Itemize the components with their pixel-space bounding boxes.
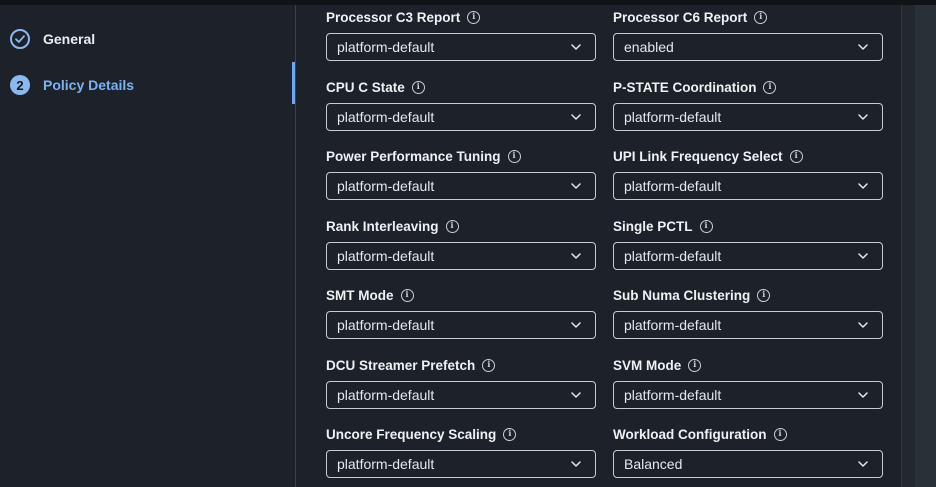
field-svm-mode: SVM Mode i platform-default bbox=[613, 356, 885, 409]
power-performance-tuning-select[interactable]: platform-default bbox=[326, 172, 596, 200]
rank-interleaving-select[interactable]: platform-default bbox=[326, 242, 596, 270]
policy-wizard: General 2 Policy Details Processor C3 Re… bbox=[0, 0, 936, 487]
select-value: platform-default bbox=[337, 456, 435, 472]
info-icon[interactable]: i bbox=[757, 288, 771, 302]
field-label: Single PCTL bbox=[613, 218, 693, 234]
info-icon[interactable]: i bbox=[400, 288, 414, 302]
chevron-down-icon bbox=[858, 42, 868, 52]
policy-details-form: Processor C3 Report i platform-default Pr… bbox=[296, 5, 901, 487]
workload-configuration-select[interactable]: Balanced bbox=[613, 450, 883, 478]
field-label: Workload Configuration bbox=[613, 426, 767, 442]
step-number-badge: 2 bbox=[10, 75, 30, 95]
field-label: Uncore Frequency Scaling bbox=[326, 426, 497, 442]
select-value: platform-default bbox=[337, 39, 435, 55]
info-icon[interactable]: i bbox=[507, 149, 521, 163]
field-rank-interleaving: Rank Interleaving i platform-default bbox=[326, 217, 598, 270]
info-icon[interactable]: i bbox=[467, 10, 481, 24]
svm-mode-select[interactable]: platform-default bbox=[613, 381, 883, 409]
step-policy-details[interactable]: 2 Policy Details bbox=[10, 73, 134, 97]
chevron-down-icon bbox=[571, 320, 581, 330]
active-step-indicator bbox=[292, 62, 295, 104]
info-icon[interactable]: i bbox=[773, 427, 787, 441]
info-icon[interactable]: i bbox=[445, 219, 459, 233]
chevron-down-icon bbox=[858, 112, 868, 122]
select-value: platform-default bbox=[624, 387, 722, 403]
scrollbar-gutter[interactable] bbox=[915, 5, 936, 487]
uncore-frequency-scaling-select[interactable]: platform-default bbox=[326, 450, 596, 478]
field-uncore-frequency-scaling: Uncore Frequency Scaling i platform-defau… bbox=[326, 425, 598, 478]
step-policy-details-label: Policy Details bbox=[43, 77, 135, 93]
info-icon[interactable]: i bbox=[503, 427, 517, 441]
select-value: platform-default bbox=[624, 317, 722, 333]
info-icon[interactable]: i bbox=[763, 80, 777, 94]
chevron-down-icon bbox=[571, 390, 581, 400]
scrollbar-track[interactable] bbox=[901, 5, 916, 487]
field-single-pctl: Single PCTL i platform-default bbox=[613, 217, 885, 270]
field-processor-c3-report: Processor C3 Report i platform-default bbox=[326, 8, 598, 61]
field-smt-mode: SMT Mode i platform-default bbox=[326, 286, 598, 339]
sub-numa-clustering-select[interactable]: platform-default bbox=[613, 311, 883, 339]
info-icon[interactable]: i bbox=[754, 10, 768, 24]
chevron-down-icon bbox=[858, 459, 868, 469]
upi-link-frequency-select[interactable]: platform-default bbox=[613, 172, 883, 200]
p-state-coordination-select[interactable]: platform-default bbox=[613, 103, 883, 131]
chevron-down-icon bbox=[858, 181, 868, 191]
field-p-state-coordination: P-STATE Coordination i platform-default bbox=[613, 78, 885, 131]
field-label: SMT Mode bbox=[326, 287, 394, 303]
field-sub-numa-clustering: Sub Numa Clustering i platform-default bbox=[613, 286, 885, 339]
field-upi-link-frequency-select: UPI Link Frequency Select i platform-defa… bbox=[613, 147, 885, 200]
select-value: enabled bbox=[624, 39, 674, 55]
field-dcu-streamer-prefetch: DCU Streamer Prefetch i platform-default bbox=[326, 356, 598, 409]
field-cpu-c-state: CPU C State i platform-default bbox=[326, 78, 598, 131]
field-label: Processor C6 Report bbox=[613, 9, 748, 25]
info-icon[interactable]: i bbox=[699, 219, 713, 233]
select-value: platform-default bbox=[337, 317, 435, 333]
chevron-down-icon bbox=[858, 320, 868, 330]
field-label: UPI Link Frequency Select bbox=[613, 148, 783, 164]
info-icon[interactable]: i bbox=[688, 358, 702, 372]
check-icon bbox=[10, 29, 30, 49]
field-label: Sub Numa Clustering bbox=[613, 287, 751, 303]
processor-c6-report-select[interactable]: enabled bbox=[613, 33, 883, 61]
step-general-label: General bbox=[43, 31, 96, 47]
field-label: P-STATE Coordination bbox=[613, 79, 757, 95]
select-value: Balanced bbox=[624, 456, 683, 472]
select-value: platform-default bbox=[624, 178, 722, 194]
field-label: Rank Interleaving bbox=[326, 218, 439, 234]
select-value: platform-default bbox=[624, 109, 722, 125]
chevron-down-icon bbox=[858, 251, 868, 261]
step-general[interactable]: General bbox=[10, 27, 95, 51]
chevron-down-icon bbox=[571, 181, 581, 191]
chevron-down-icon bbox=[858, 390, 868, 400]
info-icon[interactable]: i bbox=[482, 358, 496, 372]
field-processor-c6-report: Processor C6 Report i enabled bbox=[613, 8, 885, 61]
field-label: Processor C3 Report bbox=[326, 9, 461, 25]
field-workload-configuration: Workload Configuration i Balanced bbox=[613, 425, 885, 478]
field-label: CPU C State bbox=[326, 79, 405, 95]
select-value: platform-default bbox=[337, 109, 435, 125]
smt-mode-select[interactable]: platform-default bbox=[326, 311, 596, 339]
field-power-performance-tuning: Power Performance Tuning i platform-defau… bbox=[326, 147, 598, 200]
field-label: DCU Streamer Prefetch bbox=[326, 357, 476, 373]
chevron-down-icon bbox=[571, 459, 581, 469]
dcu-streamer-prefetch-select[interactable]: platform-default bbox=[326, 381, 596, 409]
cpu-c-state-select[interactable]: platform-default bbox=[326, 103, 596, 131]
field-label: SVM Mode bbox=[613, 357, 682, 373]
chevron-down-icon bbox=[571, 112, 581, 122]
select-value: platform-default bbox=[337, 178, 435, 194]
select-value: platform-default bbox=[337, 248, 435, 264]
select-value: platform-default bbox=[624, 248, 722, 264]
select-value: platform-default bbox=[337, 387, 435, 403]
single-pctl-select[interactable]: platform-default bbox=[613, 242, 883, 270]
field-label: Power Performance Tuning bbox=[326, 148, 501, 164]
wizard-steps-sidebar: General 2 Policy Details bbox=[0, 5, 296, 487]
info-icon[interactable]: i bbox=[411, 80, 425, 94]
chevron-down-icon bbox=[571, 251, 581, 261]
chevron-down-icon bbox=[571, 42, 581, 52]
processor-c3-report-select[interactable]: platform-default bbox=[326, 33, 596, 61]
info-icon[interactable]: i bbox=[789, 149, 803, 163]
